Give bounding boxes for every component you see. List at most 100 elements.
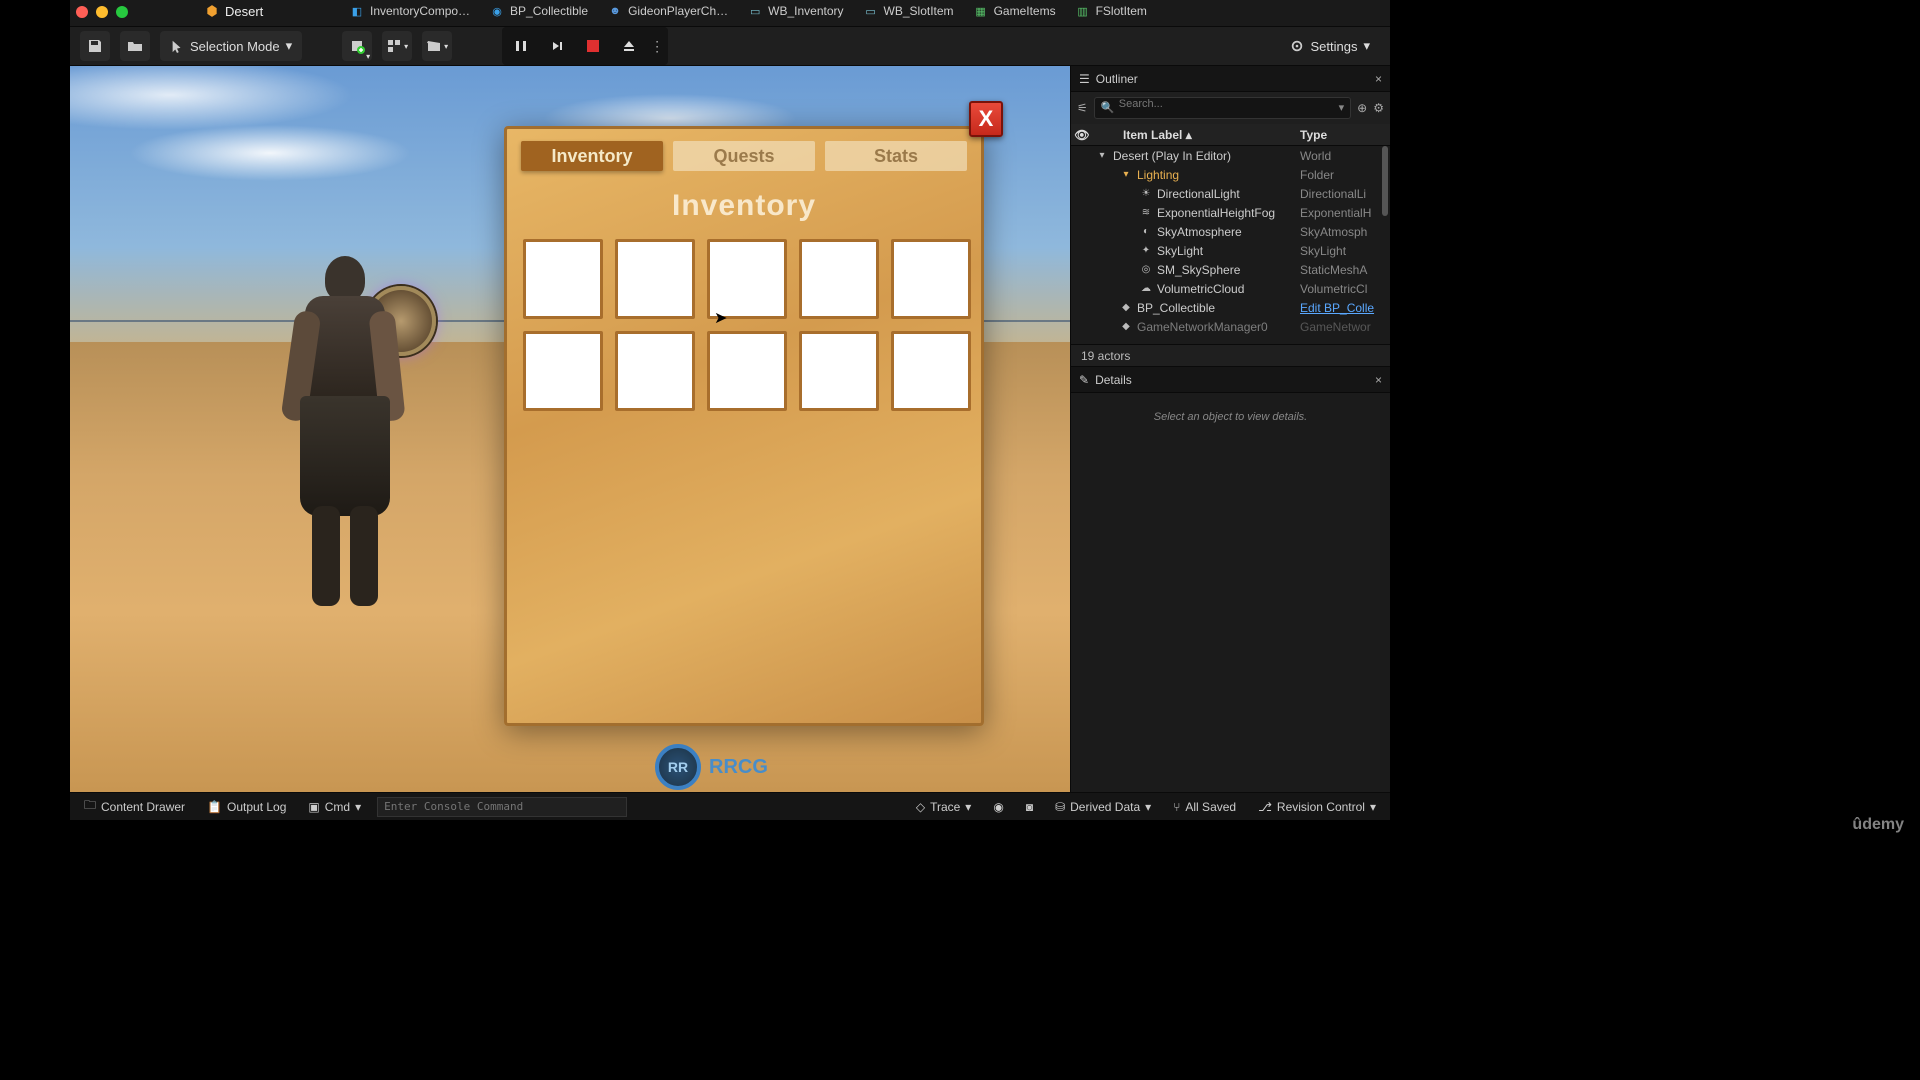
tab-wb-inventory[interactable]: ▭WB_Inventory — [738, 0, 853, 22]
cinematics-dropdown[interactable]: ▾ — [422, 31, 452, 61]
eye-toggle[interactable]: ◉ — [987, 796, 1009, 818]
new-folder-icon[interactable]: ⊕ — [1357, 101, 1367, 115]
content-drawer-button[interactable]: 🗀Content Drawer — [78, 796, 191, 818]
window-controls — [76, 6, 128, 18]
pencil-icon: ✎ — [1079, 373, 1089, 387]
tab-bp-collectible[interactable]: ◉BP_Collectible — [480, 0, 598, 22]
inventory-slot[interactable] — [615, 239, 695, 319]
maximize-window-icon[interactable] — [116, 6, 128, 18]
trace-dropdown[interactable]: ◇Trace ▾ — [910, 796, 978, 818]
tree-item-label: SkyLight — [1157, 244, 1296, 258]
outliner-row[interactable]: ◆GameNetworkManager0GameNetwor — [1071, 317, 1390, 336]
pause-button[interactable] — [506, 31, 536, 61]
outliner-row[interactable]: ☀DirectionalLightDirectionalLi — [1071, 184, 1390, 203]
inventory-tab-inventory[interactable]: Inventory — [521, 141, 663, 171]
outliner-header: ☰ Outliner × — [1071, 66, 1390, 92]
gear-icon[interactable]: ⚙ — [1373, 101, 1384, 115]
inventory-slot[interactable] — [523, 239, 603, 319]
column-item-label[interactable]: Item Label ▴ — [1093, 128, 1300, 142]
outliner-row[interactable]: ◐SkyAtmosphereSkyAtmosph — [1071, 222, 1390, 241]
search-placeholder: Search... — [1119, 98, 1163, 110]
tab-wb-slotitem[interactable]: ▭WB_SlotItem — [854, 0, 964, 22]
inventory-slot[interactable] — [799, 239, 879, 319]
tab-fslotitem[interactable]: ▥FSlotItem — [1066, 0, 1157, 22]
browse-button[interactable] — [120, 31, 150, 61]
level-viewport[interactable]: X Inventory Quests Stats Inventory ➤ — [70, 66, 1070, 792]
play-options-button[interactable]: ⋮ — [650, 31, 664, 61]
cursor-icon — [170, 39, 184, 53]
selection-mode-label: Selection Mode — [190, 39, 280, 54]
outliner-row[interactable]: ✦SkyLightSkyLight — [1071, 241, 1390, 260]
outliner-title: Outliner — [1096, 72, 1138, 86]
close-icon[interactable]: × — [1375, 72, 1382, 86]
settings-dropdown[interactable]: Settings ▾ — [1280, 31, 1380, 61]
save-button[interactable] — [80, 31, 110, 61]
inventory-slot[interactable] — [707, 239, 787, 319]
tab-gameitems[interactable]: ▦GameItems — [964, 0, 1066, 22]
tree-item-type: VolumetricCl — [1300, 282, 1390, 296]
all-saved-indicator[interactable]: ⑂All Saved — [1167, 796, 1242, 818]
blueprints-dropdown[interactable]: ▾ — [382, 31, 412, 61]
eject-button[interactable] — [614, 31, 644, 61]
tree-item-icon: ◆ — [1119, 302, 1133, 313]
cmd-dropdown[interactable]: ▣Cmd ▾ — [302, 796, 367, 818]
inventory-slot[interactable] — [523, 331, 603, 411]
outliner-tree[interactable]: ▾Desert (Play In Editor)World▾LightingFo… — [1071, 146, 1390, 344]
tree-item-type: SkyAtmosph — [1300, 225, 1390, 239]
inventory-slot[interactable] — [891, 239, 971, 319]
frame-skip-button[interactable] — [542, 31, 572, 61]
inventory-close-button[interactable]: X — [969, 101, 1003, 137]
inventory-slot[interactable] — [891, 331, 971, 411]
tree-item-label: ExponentialHeightFog — [1157, 206, 1296, 220]
console-command-input[interactable] — [377, 797, 627, 817]
column-type[interactable]: Type — [1300, 128, 1390, 142]
add-content-button[interactable]: ▾ — [342, 31, 372, 61]
minimize-window-icon[interactable] — [96, 6, 108, 18]
chevron-down-icon: ▾ — [965, 800, 971, 814]
eye-icon: ◉ — [993, 800, 1003, 814]
tab-inventory-component[interactable]: ◧InventoryCompo… — [340, 0, 480, 22]
watermark-text: RRCG — [709, 756, 768, 779]
inventory-panel: X Inventory Quests Stats Inventory — [504, 126, 984, 726]
derived-data-dropdown[interactable]: ⛁Derived Data ▾ — [1049, 796, 1157, 818]
output-log-button[interactable]: 📋Output Log — [201, 796, 292, 818]
outliner-row[interactable]: ◆BP_CollectibleEdit BP_Colle — [1071, 298, 1390, 317]
outliner-row[interactable]: ☁VolumetricCloudVolumetricCl — [1071, 279, 1390, 298]
stop-button[interactable] — [578, 31, 608, 61]
tree-item-type: Folder — [1300, 168, 1390, 182]
inventory-tab-stats[interactable]: Stats — [825, 141, 967, 171]
character-icon: ☻ — [608, 4, 622, 18]
inventory-slot[interactable] — [799, 331, 879, 411]
revision-control-dropdown[interactable]: ⎇Revision Control ▾ — [1252, 796, 1382, 818]
eye-icon[interactable]: 👁 — [1071, 128, 1093, 142]
outliner-row[interactable]: ▾LightingFolder — [1071, 165, 1390, 184]
inventory-slot[interactable] — [615, 331, 695, 411]
tree-item-type: DirectionalLi — [1300, 187, 1390, 201]
main-toolbar: Selection Mode ▾ ▾ ▾ ▾ ⋮ Settings ▾ — [70, 26, 1390, 66]
filter-icon[interactable]: ⚟ — [1077, 101, 1088, 115]
tab-gideon-player[interactable]: ☻GideonPlayerCh… — [598, 0, 738, 22]
tree-item-icon: ☁ — [1139, 283, 1153, 294]
inventory-slot-grid — [523, 239, 971, 411]
tree-item-type: ExponentialH — [1300, 206, 1390, 220]
selection-mode-dropdown[interactable]: Selection Mode ▾ — [160, 31, 302, 61]
chevron-down-icon: ▾ — [355, 800, 361, 814]
inventory-tabs: Inventory Quests Stats — [521, 141, 967, 171]
tree-item-type: GameNetwor — [1300, 320, 1390, 334]
camera-icon: ◙ — [1026, 800, 1033, 814]
outliner-row[interactable]: ≋ExponentialHeightFogExponentialH — [1071, 203, 1390, 222]
inventory-tab-quests[interactable]: Quests — [673, 141, 815, 171]
outliner-search-input[interactable]: 🔍 Search... ▾ — [1094, 97, 1351, 119]
close-window-icon[interactable] — [76, 6, 88, 18]
chevron-down-icon: ▾ — [286, 38, 293, 54]
tree-item-icon: ▾ — [1119, 169, 1133, 180]
chevron-down-icon[interactable]: ▾ — [1339, 101, 1345, 114]
capture-button[interactable]: ◙ — [1020, 796, 1039, 818]
outliner-row[interactable]: ◎SM_SkySphereStaticMeshA — [1071, 260, 1390, 279]
tab-label: BP_Collectible — [510, 4, 588, 18]
inventory-slot[interactable] — [707, 331, 787, 411]
outliner-row[interactable]: ▾Desert (Play In Editor)World — [1071, 146, 1390, 165]
scrollbar[interactable] — [1382, 146, 1388, 216]
close-icon[interactable]: × — [1375, 373, 1382, 387]
drawer-icon: 🗀 — [84, 796, 96, 817]
